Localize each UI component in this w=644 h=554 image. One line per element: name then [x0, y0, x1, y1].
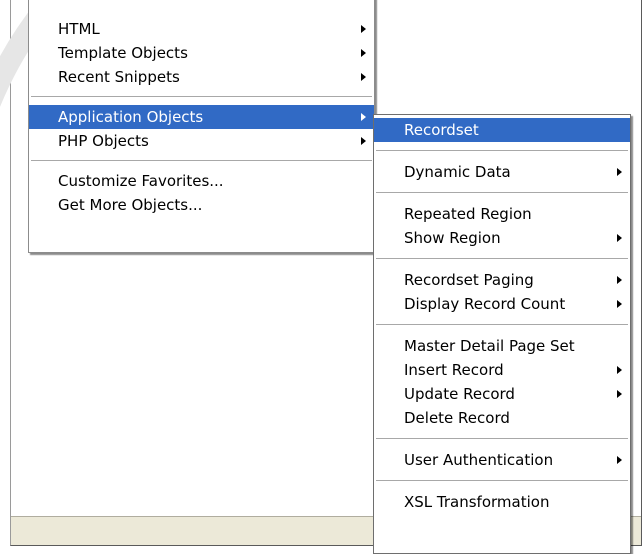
- menu-item-label: Get More Objects...: [58, 196, 203, 214]
- menu-item-label: Display Record Count: [404, 295, 566, 313]
- menu-item-dynamic-data[interactable]: Dynamic Data: [374, 160, 630, 184]
- menu-item-recordset-paging[interactable]: Recordset Paging: [374, 268, 630, 292]
- submenu-arrow-icon: [617, 300, 622, 308]
- application-objects-submenu: Recordset Dynamic Data Repeated Region S…: [373, 114, 631, 554]
- menu-item-label: PHP Objects: [58, 132, 149, 150]
- menu-separator: [31, 96, 372, 97]
- menu-item-label: Insert Record: [404, 361, 504, 379]
- menu-separator: [376, 258, 628, 259]
- menu-item-label: XSL Transformation: [404, 493, 550, 511]
- menu-item-label: Show Region: [404, 229, 501, 247]
- menu-item-html[interactable]: HTML: [29, 17, 374, 41]
- menu-item-label: Recent Snippets: [58, 68, 180, 86]
- menu-item-label: Template Objects: [58, 44, 188, 62]
- menu-separator: [376, 324, 628, 325]
- menu-separator: [376, 480, 628, 481]
- submenu-arrow-icon: [617, 390, 622, 398]
- submenu-arrow-icon: [617, 168, 622, 176]
- menu-item-label: Recordset: [404, 121, 479, 139]
- menu-item-label: User Authentication: [404, 451, 554, 469]
- submenu-arrow-icon: [617, 456, 622, 464]
- menu-item-delete-record[interactable]: Delete Record: [374, 406, 630, 430]
- menu-item-recent-snippets[interactable]: Recent Snippets: [29, 65, 374, 89]
- menu-item-template-objects[interactable]: Template Objects: [29, 41, 374, 65]
- menu-item-label: Delete Record: [404, 409, 510, 427]
- submenu-arrow-icon: [617, 276, 622, 284]
- submenu-arrow-icon: [361, 49, 366, 57]
- submenu-arrow-icon: [361, 25, 366, 33]
- menu-item-xsl-transformation[interactable]: XSL Transformation: [374, 490, 630, 514]
- menu-item-application-objects[interactable]: Application Objects: [29, 105, 374, 129]
- menu-separator: [31, 160, 372, 161]
- submenu-arrow-icon: [361, 73, 366, 81]
- menu-item-label: Update Record: [404, 385, 515, 403]
- menu-item-display-record-count[interactable]: Display Record Count: [374, 292, 630, 316]
- menu-item-customize-favorites[interactable]: Customize Favorites...: [29, 169, 374, 193]
- submenu-arrow-icon: [617, 366, 622, 374]
- menu-item-show-region[interactable]: Show Region: [374, 226, 630, 250]
- submenu-arrow-icon: [617, 234, 622, 242]
- menu-separator: [376, 150, 628, 151]
- menu-item-user-authentication[interactable]: User Authentication: [374, 448, 630, 472]
- insert-context-menu: HTML Template Objects Recent Snippets Ap…: [28, 0, 375, 253]
- submenu-arrow-icon: [361, 113, 366, 121]
- menu-item-repeated-region[interactable]: Repeated Region: [374, 202, 630, 226]
- menu-item-insert-record[interactable]: Insert Record: [374, 358, 630, 382]
- menu-item-recordset[interactable]: Recordset: [374, 118, 630, 142]
- menu-item-label: Master Detail Page Set: [404, 337, 575, 355]
- submenu-arrow-icon: [361, 137, 366, 145]
- menu-item-label: HTML: [58, 20, 100, 38]
- menu-item-master-detail-page-set[interactable]: Master Detail Page Set: [374, 334, 630, 358]
- menu-item-get-more-objects[interactable]: Get More Objects...: [29, 193, 374, 217]
- menu-item-update-record[interactable]: Update Record: [374, 382, 630, 406]
- menu-separator: [376, 192, 628, 193]
- menu-item-label: Application Objects: [58, 108, 204, 126]
- menu-item-label: Customize Favorites...: [58, 172, 224, 190]
- menu-item-label: Dynamic Data: [404, 163, 511, 181]
- menu-separator: [376, 438, 628, 439]
- menu-item-php-objects[interactable]: PHP Objects: [29, 129, 374, 153]
- menu-item-label: Recordset Paging: [404, 271, 534, 289]
- menu-item-label: Repeated Region: [404, 205, 532, 223]
